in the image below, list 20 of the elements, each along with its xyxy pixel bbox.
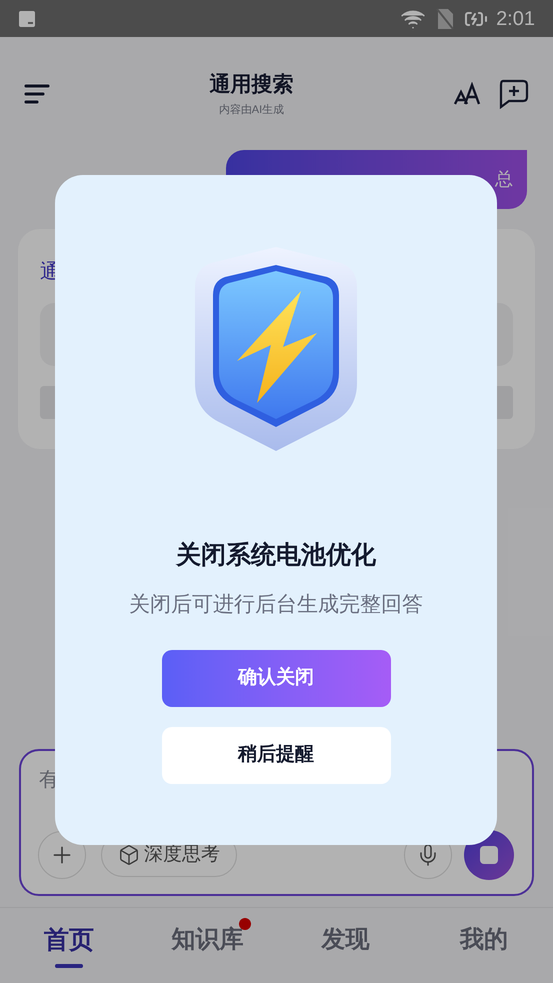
nav-tab[interactable]: 发现: [322, 922, 370, 958]
remind-later-button[interactable]: 稍后提醒: [162, 727, 390, 784]
active-tab-indicator: [55, 964, 84, 968]
cube-icon: [118, 844, 140, 866]
stop-icon: [480, 846, 498, 864]
nav-tab[interactable]: 首页: [44, 922, 94, 960]
page-title: 通用搜索: [210, 72, 294, 98]
page-subtitle: 内容由AI生成: [218, 102, 284, 118]
notification-icon: [18, 10, 36, 28]
font-size-icon[interactable]: [453, 82, 481, 106]
new-chat-icon[interactable]: [497, 78, 529, 108]
menu-icon[interactable]: [24, 82, 50, 104]
confirm-button[interactable]: 确认关闭: [162, 650, 390, 707]
dialog-title: 关闭系统电池优化: [176, 540, 376, 571]
no-sim-icon: [436, 8, 454, 30]
clock: 2:01: [496, 6, 535, 32]
dialog-message: 关闭后可进行后台生成完整回答: [129, 592, 423, 618]
nav-tab[interactable]: 知识库: [171, 922, 244, 958]
user-message-text: 总: [495, 168, 513, 191]
nav-tab[interactable]: 我的: [460, 922, 508, 958]
